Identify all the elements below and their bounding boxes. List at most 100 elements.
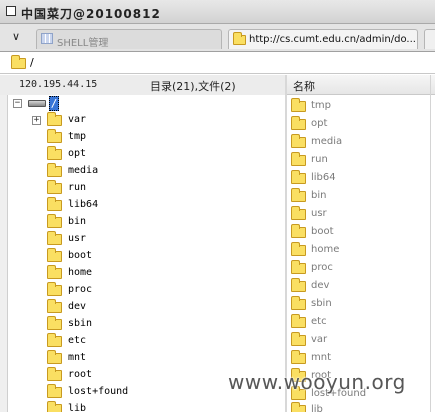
directory-count: 目录(21),文件(2) <box>150 80 236 93</box>
tab-list-chevron-icon[interactable]: ∨ <box>6 30 26 46</box>
folder-icon <box>47 112 62 126</box>
folder-icon <box>47 163 62 177</box>
tab-file-manager[interactable]: http://cs.cumt.edu.cn/admin/do... <box>228 29 418 49</box>
folder-icon <box>47 333 62 347</box>
window-title: 中国菜刀@20100812 <box>21 7 161 21</box>
list-item[interactable]: media <box>287 133 435 151</box>
list-item[interactable]: dev <box>287 277 435 295</box>
tab-label: http://cs.cumt.edu.cn/admin/do... <box>249 34 416 45</box>
collapse-icon[interactable]: − <box>13 99 22 108</box>
path-input[interactable]: / <box>30 56 34 69</box>
list-item-label: home <box>311 244 340 255</box>
tree-item-label: home <box>68 267 93 278</box>
folder-icon <box>291 116 306 130</box>
list-item-label: tmp <box>311 100 332 111</box>
tree-item[interactable]: tmp <box>8 129 285 146</box>
list-item[interactable]: bin <box>287 187 435 205</box>
list-item-label: dev <box>311 280 330 291</box>
list-item-label: etc <box>311 316 327 327</box>
tree-item[interactable]: boot <box>8 248 285 265</box>
tab-label: SHELL管理 <box>57 38 109 49</box>
list-item-label: var <box>311 334 328 345</box>
list-item[interactable]: var <box>287 331 435 349</box>
tree-item[interactable]: lib <box>8 401 285 412</box>
list-item[interactable]: lib <box>287 401 435 412</box>
tree-item-label: dev <box>68 301 87 312</box>
list-item[interactable]: sbin <box>287 295 435 313</box>
list-item[interactable]: lib64 <box>287 169 435 187</box>
tree-item-label: usr <box>68 233 87 244</box>
folder-icon <box>291 242 306 256</box>
list-header: 名称 <box>287 75 435 95</box>
file-list[interactable]: 名称 tmp opt media run lib64 bin usr boot … <box>287 75 435 412</box>
folder-icon <box>291 224 306 238</box>
tree-root[interactable]: − / <box>8 95 285 112</box>
tree-item[interactable]: proc <box>8 282 285 299</box>
list-item[interactable]: home <box>287 241 435 259</box>
folder-icon <box>47 367 62 381</box>
tab-overflow[interactable] <box>424 29 435 49</box>
list-item[interactable]: boot <box>287 223 435 241</box>
tree-item[interactable]: media <box>8 163 285 180</box>
list-item[interactable]: proc <box>287 259 435 277</box>
list-item-label: opt <box>311 118 328 129</box>
column-header-name[interactable]: 名称 <box>293 78 315 94</box>
tree-item[interactable]: opt <box>8 146 285 163</box>
tree-item-label: lib64 <box>68 199 99 210</box>
list-item-label: lib64 <box>311 172 336 183</box>
tree-item[interactable]: usr <box>8 231 285 248</box>
tree-item-label: lib <box>68 403 87 412</box>
folder-icon <box>291 260 306 274</box>
address-bar: / <box>0 52 435 74</box>
list-item[interactable]: run <box>287 151 435 169</box>
folder-icon <box>47 180 62 194</box>
tab-shell-manager[interactable]: SHELL管理 <box>36 29 222 49</box>
tree-item[interactable]: sbin <box>8 316 285 333</box>
tree-item[interactable]: run <box>8 180 285 197</box>
list-item-label: mnt <box>311 352 331 363</box>
folder-icon <box>47 384 62 398</box>
list-item[interactable]: mnt <box>287 349 435 367</box>
list-item-label: run <box>311 154 328 165</box>
tree-item[interactable]: home <box>8 265 285 282</box>
tree-item-label: opt <box>68 148 87 159</box>
list-item-label: proc <box>311 262 333 273</box>
folder-icon <box>47 146 62 160</box>
folder-icon <box>47 316 62 330</box>
folder-icon <box>11 55 26 69</box>
folder-icon <box>291 314 306 328</box>
folder-icon <box>291 152 306 166</box>
list-item-label: boot <box>311 226 334 237</box>
status-bar: 120.195.44.15 目录(21),文件(2) <box>0 75 285 95</box>
window-icon <box>6 6 16 16</box>
folder-icon <box>47 401 62 412</box>
folder-icon <box>291 134 306 148</box>
folder-icon <box>291 188 306 202</box>
tab-bar: ∨ SHELL管理 http://cs.cumt.edu.cn/admin/do… <box>0 24 435 52</box>
tree-root-label[interactable]: / <box>49 96 59 111</box>
tree-item-label: etc <box>68 335 87 346</box>
folder-icon <box>291 332 306 346</box>
folder-icon <box>233 32 246 45</box>
folder-icon <box>291 206 306 220</box>
tree-item-label: var <box>68 114 87 125</box>
expand-icon[interactable]: + <box>32 116 41 125</box>
list-item[interactable]: etc <box>287 313 435 331</box>
list-item-label: sbin <box>311 298 332 309</box>
directory-tree[interactable]: − / + var tmp opt media run lib64 bin us… <box>8 95 285 412</box>
tree-item[interactable]: mnt <box>8 350 285 367</box>
tree-item[interactable]: etc <box>8 333 285 350</box>
tree-item[interactable]: + var <box>8 112 285 129</box>
folder-icon <box>291 296 306 310</box>
folder-icon <box>291 98 306 112</box>
folder-icon <box>47 350 62 364</box>
list-item[interactable]: opt <box>287 115 435 133</box>
list-item[interactable]: usr <box>287 205 435 223</box>
list-item[interactable]: tmp <box>287 97 435 115</box>
tree-item[interactable]: bin <box>8 214 285 231</box>
tree-item[interactable]: lib64 <box>8 197 285 214</box>
list-item-label: media <box>311 136 343 147</box>
folder-icon <box>47 265 62 279</box>
drive-icon <box>28 100 46 107</box>
tree-item[interactable]: dev <box>8 299 285 316</box>
